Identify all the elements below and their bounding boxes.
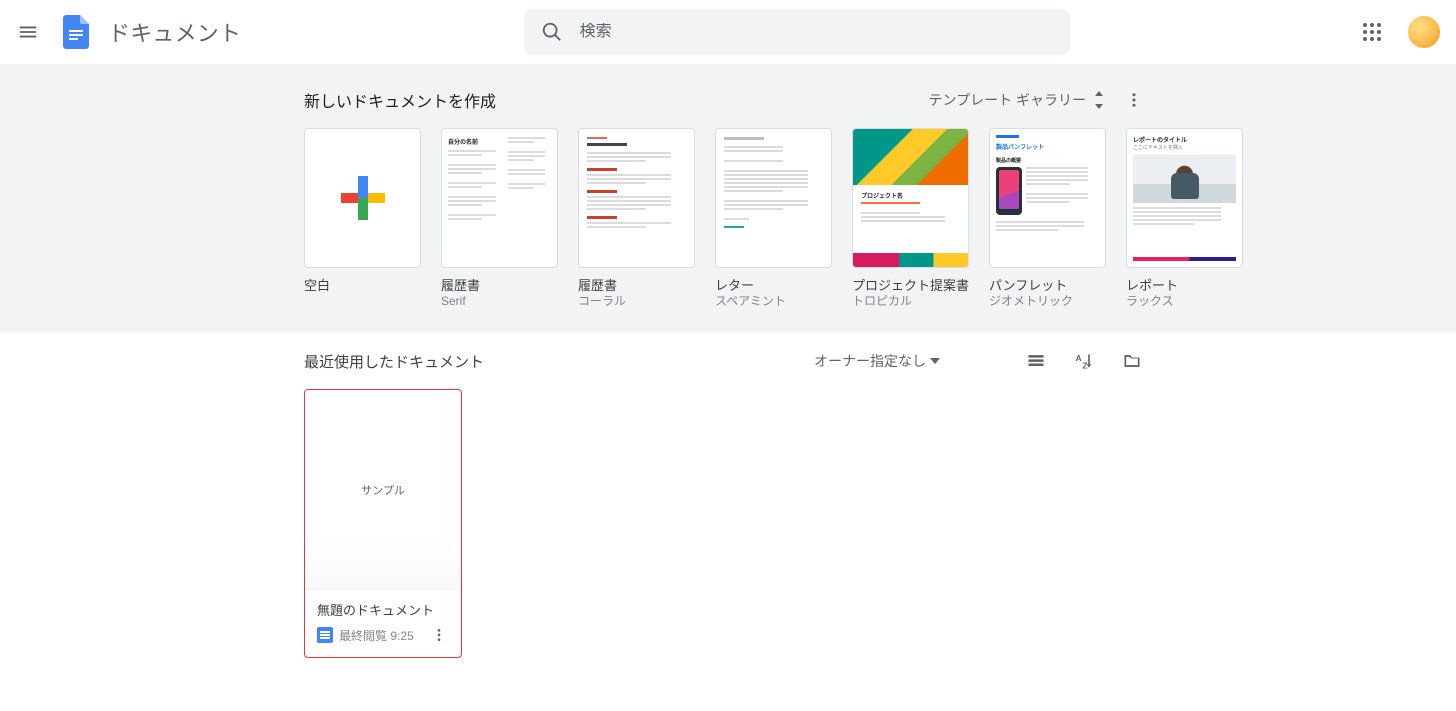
search-bar[interactable] (524, 9, 1070, 55)
template-label: 履歴書 (441, 278, 558, 294)
template-thumb: 製品パンフレット 製品の概要 (989, 128, 1106, 268)
plus-icon (341, 176, 385, 220)
gallery-toggle-label: テンプレート ギャラリー (929, 90, 1086, 110)
sort-az-icon: A Z (1074, 351, 1094, 371)
more-vert-icon (431, 627, 447, 643)
thumb-subheading: ここにテキストを挿入 (1133, 144, 1236, 151)
template-sublabel: Serif (441, 294, 558, 309)
doc-preview-text: サンプル (361, 482, 405, 498)
open-picker-button[interactable] (1112, 341, 1152, 381)
docs-file-icon (317, 627, 333, 643)
template-card-blank[interactable]: 空白 (304, 128, 421, 309)
template-thumb-blank (304, 128, 421, 268)
template-card-brochure-geometric[interactable]: 製品パンフレット 製品の概要 パンフレット (989, 128, 1106, 309)
svg-text:Z: Z (1082, 361, 1087, 371)
template-gallery: 新しいドキュメントを作成 テンプレート ギャラリー 空白 (0, 64, 1456, 333)
template-card-letter-spearmint[interactable]: レター スペアミント (715, 128, 832, 309)
template-sublabel: ジオメトリック (989, 294, 1106, 309)
template-thumb (715, 128, 832, 268)
thumb-heading: レポートのタイトル (1133, 135, 1236, 144)
account-avatar[interactable] (1408, 16, 1440, 48)
docs-logo (56, 12, 96, 52)
gallery-header: 新しいドキュメントを作成 テンプレート ギャラリー (304, 80, 1152, 120)
template-sublabel: スペアミント (715, 294, 832, 309)
template-sublabel: コーラル (578, 294, 695, 309)
list-view-button[interactable] (1016, 341, 1056, 381)
thumb-heading: 自分の名前 (448, 137, 504, 146)
template-sublabel: ラックス (1126, 294, 1243, 309)
template-card-report-luxe[interactable]: レポートのタイトル ここにテキストを挿入 レポート ラックス (1126, 128, 1243, 309)
search-input[interactable] (580, 23, 1062, 41)
recent-toolbar: 最近使用したドキュメント オーナー指定なし A Z (304, 333, 1152, 389)
photo-placeholder-icon (1133, 155, 1236, 203)
doc-card[interactable]: サンプル 無題のドキュメント 最終閲覧 9:25 (304, 389, 462, 658)
doc-meta: 無題のドキュメント 最終閲覧 9:25 (305, 590, 461, 657)
template-card-resume-serif[interactable]: 自分の名前 (441, 128, 558, 309)
gallery-title: 新しいドキュメントを作成 (304, 88, 923, 112)
template-thumb: 自分の名前 (441, 128, 558, 268)
template-sublabel: トロピカル (852, 294, 969, 309)
doc-thumbnail: サンプル (305, 390, 461, 590)
template-label: 空白 (304, 278, 421, 294)
apps-grid-icon (1362, 22, 1382, 42)
template-card-proposal-tropical[interactable]: プロジェクト名 プロジェクト提案書 トロピカル (852, 128, 969, 309)
docs-logo-icon (63, 15, 89, 49)
svg-text:A: A (1076, 353, 1082, 363)
unfold-icon (1092, 91, 1106, 109)
template-label: 履歴書 (578, 278, 695, 294)
owner-filter-dropdown[interactable]: オーナー指定なし (806, 345, 948, 377)
thumb-heading: 製品パンフレット (996, 142, 1099, 151)
app-header: ドキュメント (0, 0, 1456, 64)
template-label: プロジェクト提案書 (852, 278, 969, 294)
template-label: レポート (1126, 278, 1243, 294)
thumb-subheading: 製品の概要 (996, 157, 1099, 164)
sort-button[interactable]: A Z (1064, 341, 1104, 381)
search-icon (541, 21, 563, 43)
template-row: 空白 自分の名前 (304, 128, 1152, 309)
folder-icon (1122, 351, 1142, 371)
recent-grid: サンプル 無題のドキュメント 最終閲覧 9:25 (304, 389, 1152, 698)
app-name: ドキュメント (108, 16, 241, 48)
gallery-more-button[interactable] (1116, 82, 1152, 118)
doc-timestamp: 最終閲覧 9:25 (339, 627, 421, 644)
search-wrap (249, 9, 1344, 55)
gallery-toggle[interactable]: テンプレート ギャラリー (923, 84, 1112, 116)
search-button[interactable] (532, 12, 572, 52)
list-view-icon (1026, 351, 1046, 371)
main-menu-button[interactable] (8, 12, 48, 52)
doc-title: 無題のドキュメント (317, 600, 451, 619)
template-card-resume-coral[interactable]: 履歴書 コーラル (578, 128, 695, 309)
recent-title: 最近使用したドキュメント (304, 351, 484, 372)
thumb-heading: プロジェクト名 (861, 191, 960, 200)
template-thumb (578, 128, 695, 268)
owner-filter-label: オーナー指定なし (814, 351, 926, 371)
template-thumb: レポートのタイトル ここにテキストを挿入 (1126, 128, 1243, 268)
apps-launcher-button[interactable] (1352, 12, 1392, 52)
phone-mock-icon (996, 167, 1022, 215)
more-vert-icon (1125, 91, 1143, 109)
caret-down-icon (930, 358, 940, 364)
template-label: レター (715, 278, 832, 294)
hamburger-icon (17, 21, 39, 43)
doc-more-button[interactable] (427, 623, 451, 647)
template-thumb: プロジェクト名 (852, 128, 969, 268)
template-label: パンフレット (989, 278, 1106, 294)
